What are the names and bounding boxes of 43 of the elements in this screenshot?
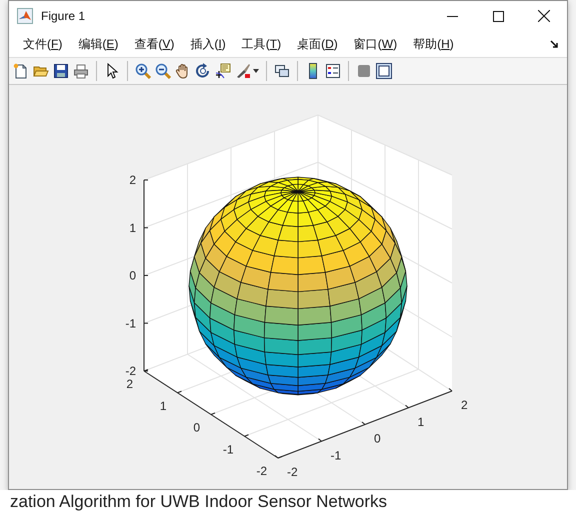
menu-item[interactable]: 窗口(W) bbox=[346, 36, 406, 52]
z-tick-label: -2 bbox=[125, 364, 136, 378]
save-icon bbox=[53, 63, 69, 79]
legend-icon bbox=[325, 63, 341, 79]
brush-icon bbox=[235, 63, 251, 79]
zoom-in-icon bbox=[135, 63, 151, 79]
maximize-icon bbox=[492, 10, 504, 22]
dock-arrow-icon[interactable] bbox=[550, 40, 559, 48]
close-icon bbox=[538, 10, 550, 22]
z-tick-label: -1 bbox=[125, 316, 136, 330]
y-tick-label: 2 bbox=[126, 377, 133, 391]
menu-item[interactable]: 帮助(H) bbox=[405, 36, 462, 52]
y-tick-label: -2 bbox=[256, 464, 267, 478]
x-tick-label: -2 bbox=[287, 465, 298, 479]
show-tools-icon bbox=[376, 63, 392, 79]
z-tick-label: 2 bbox=[129, 173, 136, 187]
menu-item[interactable]: 工具(T) bbox=[234, 36, 290, 52]
menu-item[interactable]: 插入(I) bbox=[182, 36, 234, 52]
link-icon bbox=[274, 63, 290, 79]
menu-item[interactable]: 桌面(D) bbox=[289, 36, 346, 52]
y-tick-label: -1 bbox=[222, 442, 234, 456]
menu-item[interactable]: 查看(V) bbox=[126, 36, 182, 52]
window-title: Figure 1 bbox=[41, 9, 86, 23]
rotate-icon bbox=[195, 63, 211, 79]
matlab-logo-icon bbox=[17, 8, 33, 24]
x-tick-label: 0 bbox=[374, 432, 381, 446]
x-tick-label: -1 bbox=[330, 448, 342, 462]
y-tick-label: 0 bbox=[193, 420, 200, 434]
data-cursor-icon bbox=[215, 63, 231, 79]
z-tick-label: 1 bbox=[129, 220, 136, 235]
x-tick-label: 1 bbox=[418, 414, 424, 429]
caret-icon bbox=[253, 69, 259, 73]
y-tick-label: 1 bbox=[160, 398, 166, 413]
new-icon bbox=[13, 63, 29, 79]
menu-item[interactable]: 编辑(E) bbox=[70, 36, 126, 52]
z-tick-label: 0 bbox=[129, 268, 136, 282]
menu-item[interactable]: 文件(F) bbox=[15, 36, 70, 52]
show-tools-button[interactable] bbox=[374, 60, 394, 82]
x-tick-label: 2 bbox=[461, 398, 468, 412]
print-icon bbox=[73, 63, 89, 79]
document-text: zation Algorithm for UWB Indoor Sensor Networks bbox=[10, 492, 387, 512]
hide-tools-icon bbox=[356, 63, 372, 79]
zoom-out-icon bbox=[155, 63, 171, 79]
